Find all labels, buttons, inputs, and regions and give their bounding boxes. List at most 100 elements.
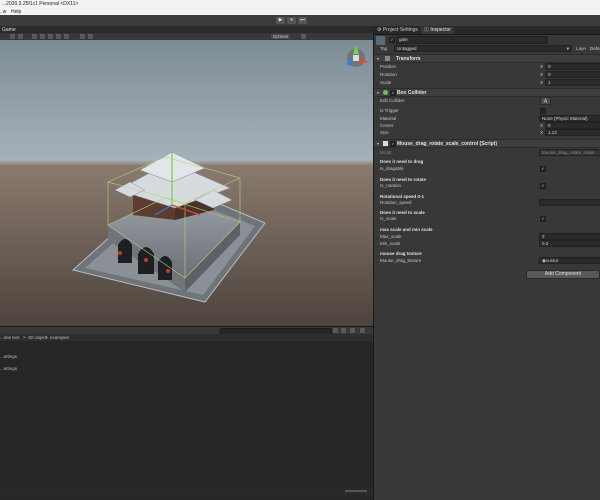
status-bar [0,487,373,495]
field-value: 0 [548,72,551,77]
field-label: Is Trigger [380,108,399,113]
tab-label: Inspector [430,27,451,33]
layer-value[interactable]: Defa [590,46,600,51]
field-label: Script [380,150,392,155]
field-value: None (Physic Material) [542,116,588,121]
component-title: Mouse_drag_rotate_scale_control (Script) [397,141,498,147]
menu-bar: ..w Help [0,8,600,15]
step-icon: ⏭ [300,17,305,23]
play-icon: ▶ [278,17,283,23]
tool-icon[interactable] [88,34,93,39]
field-value: 0.2 [542,241,549,246]
play-button[interactable]: ▶ [276,17,285,24]
chevron-down-icon: ▾ [377,90,380,95]
field-value: 0 [548,123,551,128]
tag-label: Tag [380,46,388,51]
gameobject-icon [376,36,385,45]
scale-x-field[interactable]: 1 [545,79,600,86]
is-trigger-checkbox[interactable] [540,108,546,114]
component-title: Box Collider [397,90,427,96]
component-enabled-checkbox[interactable]: ✓ [390,141,396,147]
search-icon[interactable] [301,34,306,39]
min-scale-field[interactable]: 0.2 [539,240,600,247]
section-header: Does it need to rotate [380,177,427,182]
field-label: Min_scale [380,241,401,246]
axis-label: X [540,123,544,128]
material-field[interactable]: None (Physic Material) [539,115,600,122]
audio-toggle-icon[interactable] [40,34,45,39]
field-label: Size [380,130,389,135]
field-label: Edit Collider [380,98,405,103]
step-button[interactable]: ⏭ [298,17,307,24]
rotation-x-field[interactable]: 0 [545,71,600,78]
effects-icon[interactable] [48,34,53,39]
field-value: 3 [542,234,545,239]
position-x-field[interactable]: 0 [545,63,600,70]
light-toggle-icon[interactable] [32,34,37,39]
tab-label: Project Settings [382,27,418,33]
2d-toggle-icon[interactable] [18,34,23,39]
size-x-field[interactable]: 1.13 [545,129,600,136]
center-x-field[interactable]: 0 [545,122,600,129]
gizmos-dropdown[interactable]: Gizmos [271,34,291,39]
shading-icon[interactable] [10,34,15,39]
pause-button[interactable]: ⏸ [287,17,296,24]
tag-dropdown[interactable]: Untagged ▾ [394,45,572,52]
label-icon[interactable] [341,328,346,333]
transform-icon [385,56,390,61]
is-scale-checkbox[interactable]: ✓ [540,216,546,222]
component-title: Transform [396,56,421,62]
inspector-tab-bar: ⚙ Project Settings ⓘ Inspector [373,26,600,35]
is-rotation-checkbox[interactable]: ✓ [540,183,546,189]
scene-viewport[interactable] [0,40,373,326]
field-value: Mouse_drag_rotate_scale... [542,150,598,155]
info-icon: ⓘ [424,27,430,33]
chevron-down-icon: ▾ [377,141,380,146]
filter-icon[interactable] [333,328,338,333]
mouse-drag-texture-field[interactable]: ◉cursor [539,257,600,264]
is-dragable-checkbox[interactable]: ✓ [540,166,546,172]
chevron-down-icon: ▾ [377,56,380,61]
max-scale-field[interactable]: 3 [539,233,600,240]
grid-icon[interactable] [64,34,69,39]
transform-header[interactable]: ▾ Transform [374,54,600,63]
camera-icon[interactable] [80,34,85,39]
field-label: Rotation [380,72,397,77]
eye-icon[interactable] [360,328,365,333]
breadcrumb-item[interactable]: ...ime test [0,335,20,340]
list-item[interactable]: ...ettings [0,354,17,359]
tab-project-settings[interactable]: ⚙ Project Settings [374,27,421,34]
breadcrumb-item[interactable]: examples [50,335,69,340]
layer-label: Laye [576,46,586,51]
edit-collider-button[interactable]: ⁂ [540,97,551,105]
field-label: Is_rotation [380,183,402,188]
field-label: Is_scale [380,216,397,221]
section-header: max scale and min scale [380,227,433,232]
list-item[interactable]: ...ettings [0,366,17,371]
field-label: Rotation_speed [380,200,412,205]
object-name: gate [399,37,408,42]
section-header: Does it need to scale [380,210,425,215]
window-title: ...2020.3.25f1c1 Personal <DX11> [2,1,79,7]
gear-icon: ⚙ [377,27,382,33]
object-name-field[interactable]: gate [396,36,548,44]
tab-inspector[interactable]: ⓘ Inspector [421,27,454,34]
field-label: Is_dragable [380,166,404,171]
field-label: Center [380,123,394,128]
component-enabled-checkbox[interactable]: ✓ [390,90,396,96]
zoom-slider[interactable] [345,490,367,492]
add-component-button[interactable]: Add Component [526,270,600,279]
script-header[interactable]: ▾ ✓ Mouse_drag_rotate_scale_control (Scr… [374,139,600,148]
box-collider-header[interactable]: ▾ ✓ Box Collider [374,88,600,97]
hidden-objects-icon[interactable] [56,34,61,39]
active-checkbox[interactable]: ✓ [389,37,395,43]
section-header: Rotational speed 0-1 [380,194,425,199]
star-icon[interactable] [350,328,355,333]
scene-canvas [0,40,373,326]
rotation-speed-field[interactable] [539,199,600,206]
axis-label: X [540,64,544,69]
field-label: Position [380,64,397,69]
breadcrumb-separator: > [23,335,26,340]
breadcrumb-separator: > [45,335,48,340]
field-value: 1 [548,80,551,85]
